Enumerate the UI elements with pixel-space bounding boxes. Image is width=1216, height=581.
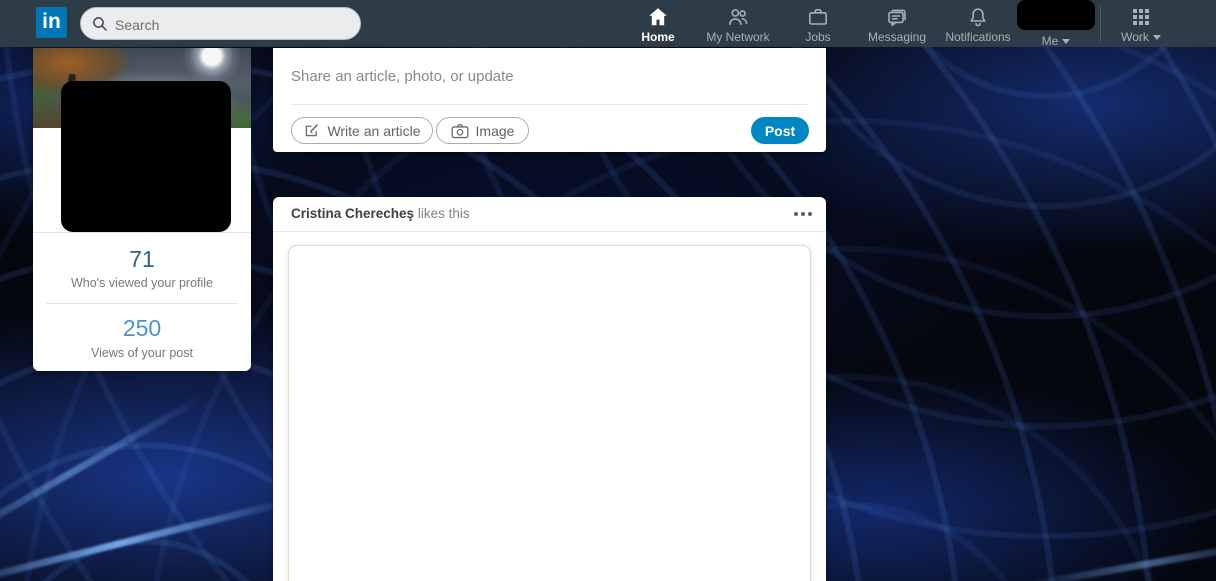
nav-item-home[interactable]: Home — [623, 3, 693, 45]
nav-item-label: My Network — [700, 30, 776, 44]
nav-item-work[interactable]: Work — [1110, 3, 1172, 45]
profile-views-count[interactable]: 71 — [33, 246, 251, 273]
messaging-icon — [861, 5, 933, 29]
linkedin-logo[interactable]: in — [36, 7, 67, 38]
work-grid-icon — [1110, 5, 1172, 29]
search-box[interactable] — [80, 7, 361, 40]
redaction-box-nav-avatar — [1017, 0, 1095, 30]
dropdown-caret-icon — [1153, 35, 1161, 40]
post-menu-ellipsis-icon[interactable] — [794, 212, 812, 216]
image-button[interactable]: Image — [436, 117, 529, 144]
image-label: Image — [476, 123, 515, 139]
search-input[interactable] — [113, 9, 347, 40]
nav-item-label: Messaging — [861, 30, 933, 44]
nav-section-divider — [1100, 6, 1101, 42]
share-box-card: Share an article, photo, or update Write… — [273, 48, 826, 152]
nav-item-my-network[interactable]: My Network — [700, 3, 776, 45]
divider — [33, 232, 251, 233]
post-action-text: likes this — [418, 206, 470, 221]
my-network-icon — [700, 5, 776, 29]
post-embedded-content[interactable] — [288, 245, 811, 581]
share-input[interactable]: Share an article, photo, or update — [291, 68, 514, 85]
divider — [291, 104, 808, 105]
nav-item-jobs[interactable]: Jobs — [788, 3, 848, 45]
nav-item-label: Work — [1110, 30, 1172, 44]
home-icon — [623, 5, 693, 29]
post-views-count[interactable]: 250 — [33, 315, 251, 342]
dropdown-caret-icon — [1062, 39, 1070, 44]
write-article-button[interactable]: Write an article — [291, 117, 433, 144]
redaction-box-profile-photo — [61, 81, 231, 232]
nav-item-label: Home — [623, 30, 693, 44]
nav-item-label: Jobs — [788, 30, 848, 44]
linkedin-feed-page: in Home My Network — [0, 0, 1216, 581]
nav-item-label: Me — [1026, 34, 1086, 48]
image-icon — [451, 123, 469, 139]
search-icon — [92, 16, 108, 32]
post-actor-name[interactable]: Cristina Cherecheş — [291, 206, 414, 221]
write-article-label: Write an article — [327, 123, 420, 139]
feed-post-card: Cristina Cherecheş likes this — [273, 197, 826, 581]
nav-item-label: Notifications — [937, 30, 1019, 44]
post-header-text: Cristina Cherecheş likes this — [291, 197, 470, 231]
write-article-icon — [303, 122, 320, 139]
post-button[interactable]: Post — [751, 117, 809, 144]
divider — [46, 303, 238, 304]
post-views-label[interactable]: Views of your post — [33, 346, 251, 360]
nav-item-messaging[interactable]: Messaging — [861, 3, 933, 45]
nav-item-notifications[interactable]: Notifications — [937, 3, 1019, 45]
post-header: Cristina Cherecheş likes this — [273, 197, 826, 232]
jobs-icon — [788, 5, 848, 29]
notifications-icon — [937, 5, 1019, 29]
profile-views-label[interactable]: Who's viewed your profile — [33, 276, 251, 290]
